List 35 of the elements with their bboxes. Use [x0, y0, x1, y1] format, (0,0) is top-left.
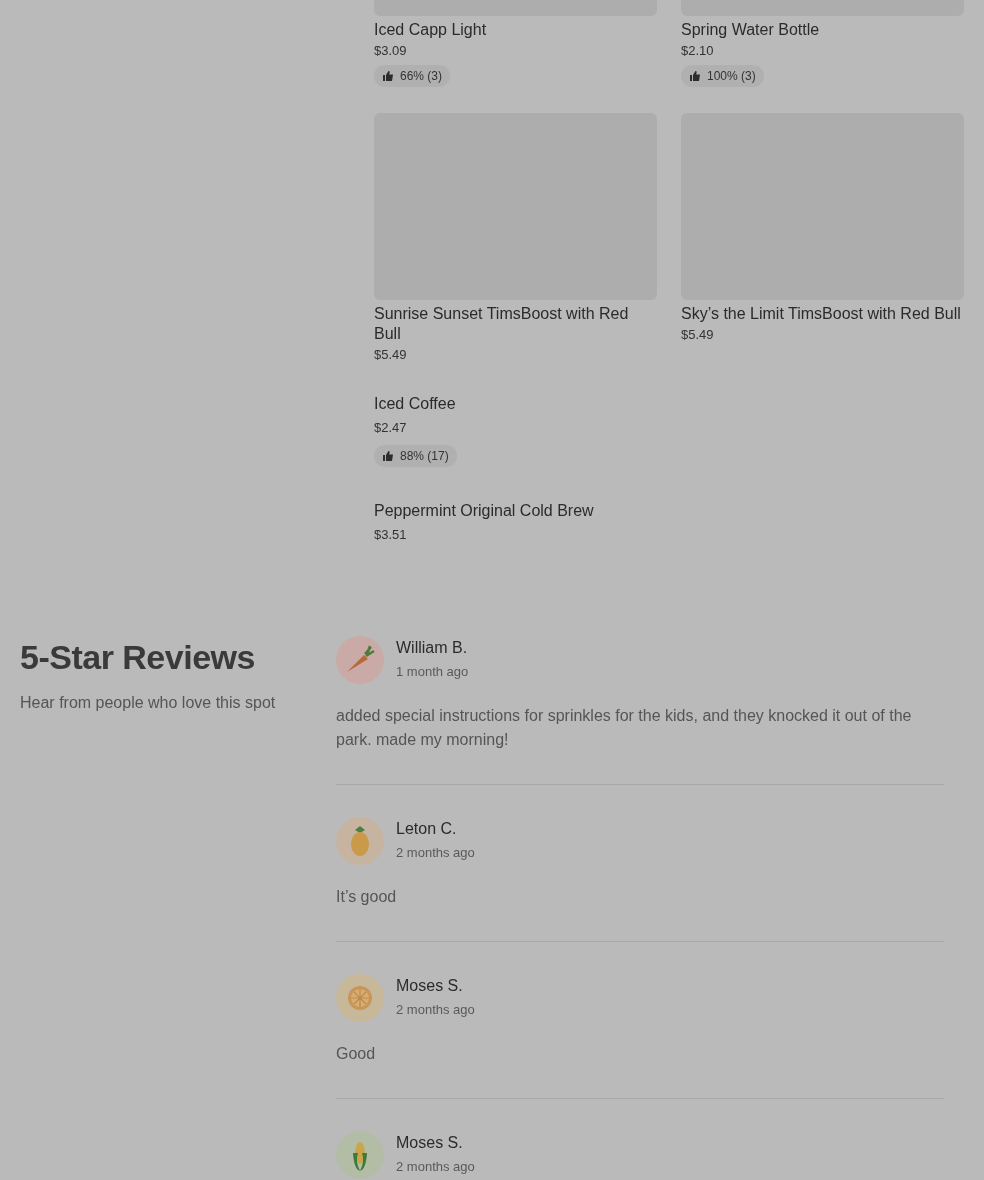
- review-time: 1 month ago: [396, 663, 469, 681]
- thumbs-up-icon: [689, 70, 701, 82]
- review-time: 2 months ago: [396, 1001, 475, 1019]
- item-name[interactable]: Iced Coffee: [374, 394, 456, 414]
- review-text: added special instructions for sprinkles for the kids, and they knocked it out of the park. made my morning!: [336, 706, 913, 750]
- review-time: 2 months ago: [396, 844, 475, 862]
- rating-badge: 66% (3): [374, 65, 451, 87]
- thumbs-up-icon: [382, 450, 394, 462]
- item-name[interactable]: Spring Water Bottle: [681, 20, 820, 40]
- review-text: It’s good: [336, 887, 398, 907]
- review-text: Good: [336, 1044, 377, 1064]
- item-price: $3.09: [374, 42, 407, 60]
- avatar: [336, 636, 384, 684]
- item-name[interactable]: Iced Capp Light: [374, 20, 487, 40]
- section-subtitle: Hear from people who love this spot: [20, 694, 277, 712]
- item-price: $5.49: [374, 346, 407, 364]
- thumbs-up-icon: [382, 70, 394, 82]
- reviewer-name: Moses S.: [396, 976, 464, 996]
- item-name[interactable]: Sunrise Sunset TimsBoost with Red Bull: [374, 304, 657, 344]
- item-price: $3.51: [374, 526, 407, 544]
- item-name[interactable]: Peppermint Original Cold Brew: [374, 501, 594, 521]
- avatar: [336, 817, 384, 865]
- reviewer-name: Leton C.: [396, 819, 458, 839]
- review-time: 2 months ago: [396, 1158, 475, 1176]
- item-price: $2.47: [374, 419, 407, 437]
- rating-badge: 100% (3): [681, 65, 764, 87]
- item-price: $5.49: [681, 326, 714, 344]
- section-title: 5-Star Reviews: [20, 637, 256, 678]
- reviewer-name: William B.: [396, 638, 469, 658]
- avatar: [336, 974, 384, 1022]
- reviewer-name: Moses S.: [396, 1133, 464, 1153]
- rating-badge: 88% (17): [374, 445, 457, 467]
- item-name[interactable]: Sky’s the Limit TimsBoost with Red Bull: [681, 304, 961, 324]
- item-price: $2.10: [681, 42, 714, 60]
- avatar: [336, 1131, 384, 1179]
